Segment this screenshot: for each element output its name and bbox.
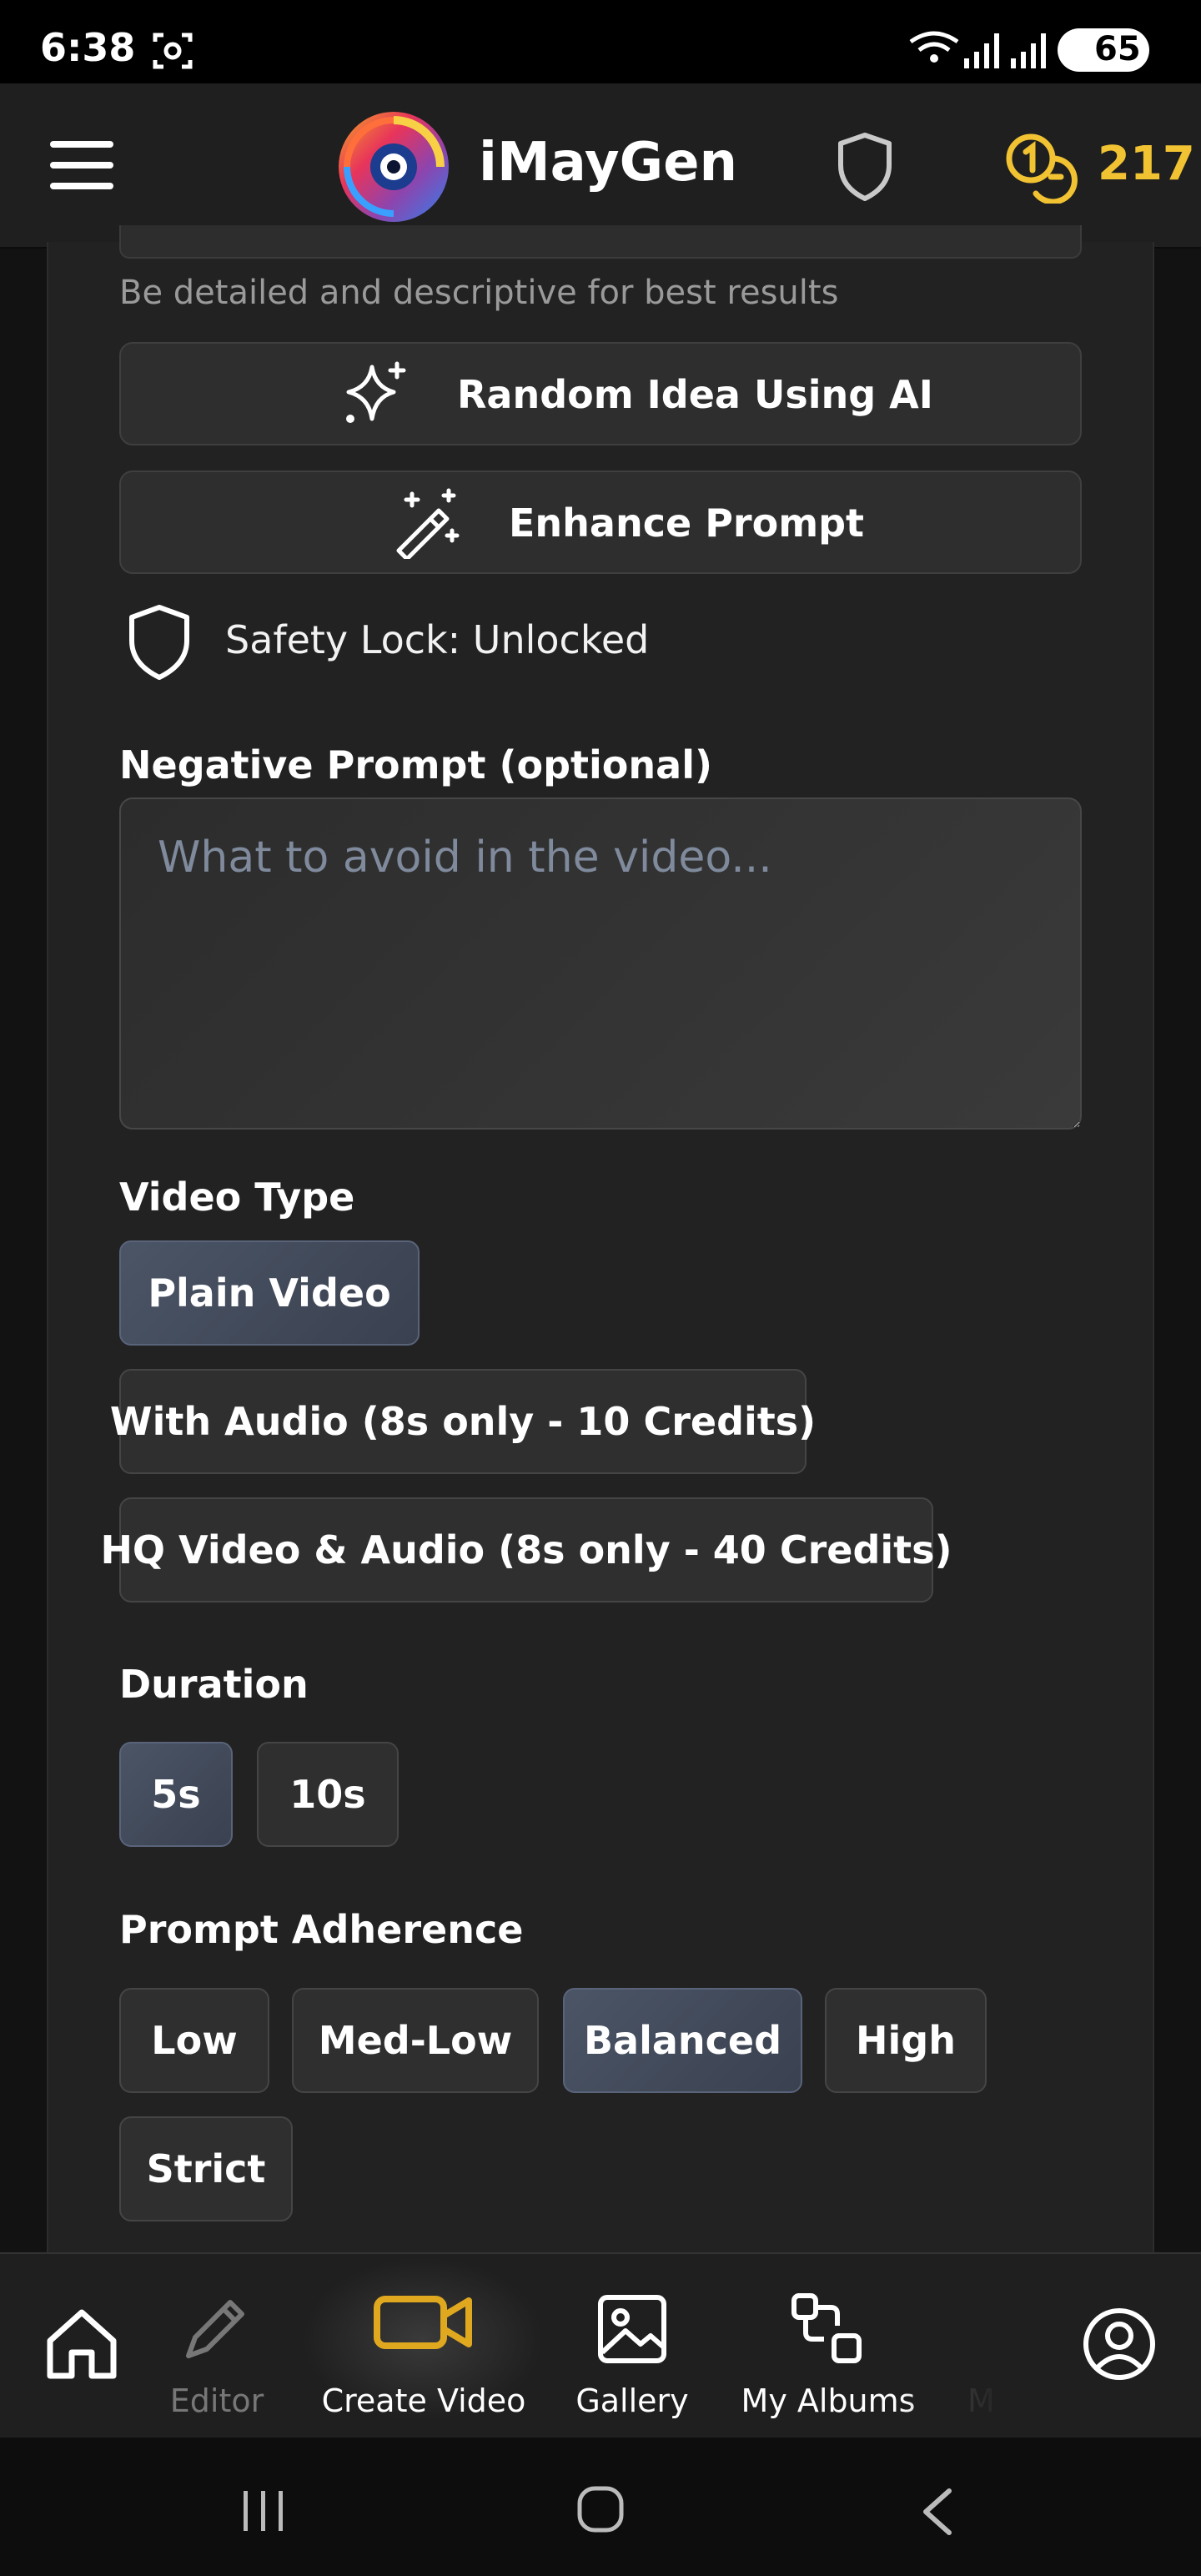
profile-icon[interactable] (1079, 2304, 1159, 2384)
prompt-adherence-label: Prompt Adherence (119, 1907, 524, 1952)
pencil-icon[interactable] (175, 2289, 255, 2369)
coins-icon (1006, 133, 1078, 204)
status-time: 6:38 (40, 25, 136, 70)
albums-icon[interactable] (787, 2289, 867, 2369)
random-idea-label: Random Idea Using AI (457, 372, 933, 417)
system-home-icon[interactable] (575, 2484, 626, 2534)
duration-10s[interactable]: 10s (257, 1742, 399, 1847)
credits-count: 217 (1098, 137, 1195, 191)
safety-lock-status[interactable]: Safety Lock: Unlocked (225, 617, 649, 662)
video-type-hq[interactable]: HQ Video & Audio (8s only - 40 Credits) (100, 1497, 952, 1602)
video-type-label: Video Type (119, 1175, 355, 1220)
app-logo (339, 112, 449, 222)
recents-icon[interactable] (239, 2488, 289, 2534)
adherence-low[interactable]: Low (119, 1988, 269, 2093)
duration-5s[interactable]: 5s (119, 1742, 233, 1847)
adherence-med-low[interactable]: Med-Low (292, 1988, 539, 2093)
nav-my-albums-label[interactable]: My Albums (734, 2382, 922, 2419)
nav-editor-label[interactable]: Editor (150, 2382, 284, 2419)
negative-prompt-label: Negative Prompt (optional) (119, 742, 712, 787)
image-icon[interactable] (592, 2289, 672, 2369)
prompt-hint: Be detailed and descriptive for best res… (119, 274, 839, 312)
duration-label: Duration (119, 1662, 309, 1707)
adherence-high[interactable]: High (825, 1988, 987, 2093)
negative-prompt-input[interactable] (119, 797, 1082, 1130)
nav-create-video-label[interactable]: Create Video (317, 2382, 530, 2419)
back-icon[interactable] (916, 2486, 957, 2538)
sparkles-icon (346, 361, 406, 423)
adherence-strict[interactable]: Strict (119, 2116, 293, 2221)
prompt-field[interactable] (119, 225, 1082, 259)
adherence-balanced[interactable]: Balanced (563, 1988, 802, 2093)
shield-icon[interactable] (836, 132, 894, 202)
video-camera-icon[interactable] (372, 2282, 475, 2362)
enhance-prompt-label: Enhance Prompt (509, 501, 865, 546)
video-type-plain[interactable]: Plain Video (119, 1240, 420, 1346)
home-icon[interactable] (42, 2304, 122, 2384)
screen-capture-icon (153, 33, 193, 69)
magic-wand-icon (396, 488, 460, 559)
video-type-audio[interactable]: With Audio (8s only - 10 Credits) (110, 1369, 816, 1474)
nav-gallery-label[interactable]: Gallery (567, 2382, 697, 2419)
shield-icon[interactable] (127, 604, 192, 681)
battery-level: 65 (1094, 30, 1141, 68)
hamburger-menu-icon[interactable] (48, 136, 115, 194)
nav-scroll-fade (901, 2257, 1009, 2421)
app-title: iMayGen (479, 132, 738, 194)
